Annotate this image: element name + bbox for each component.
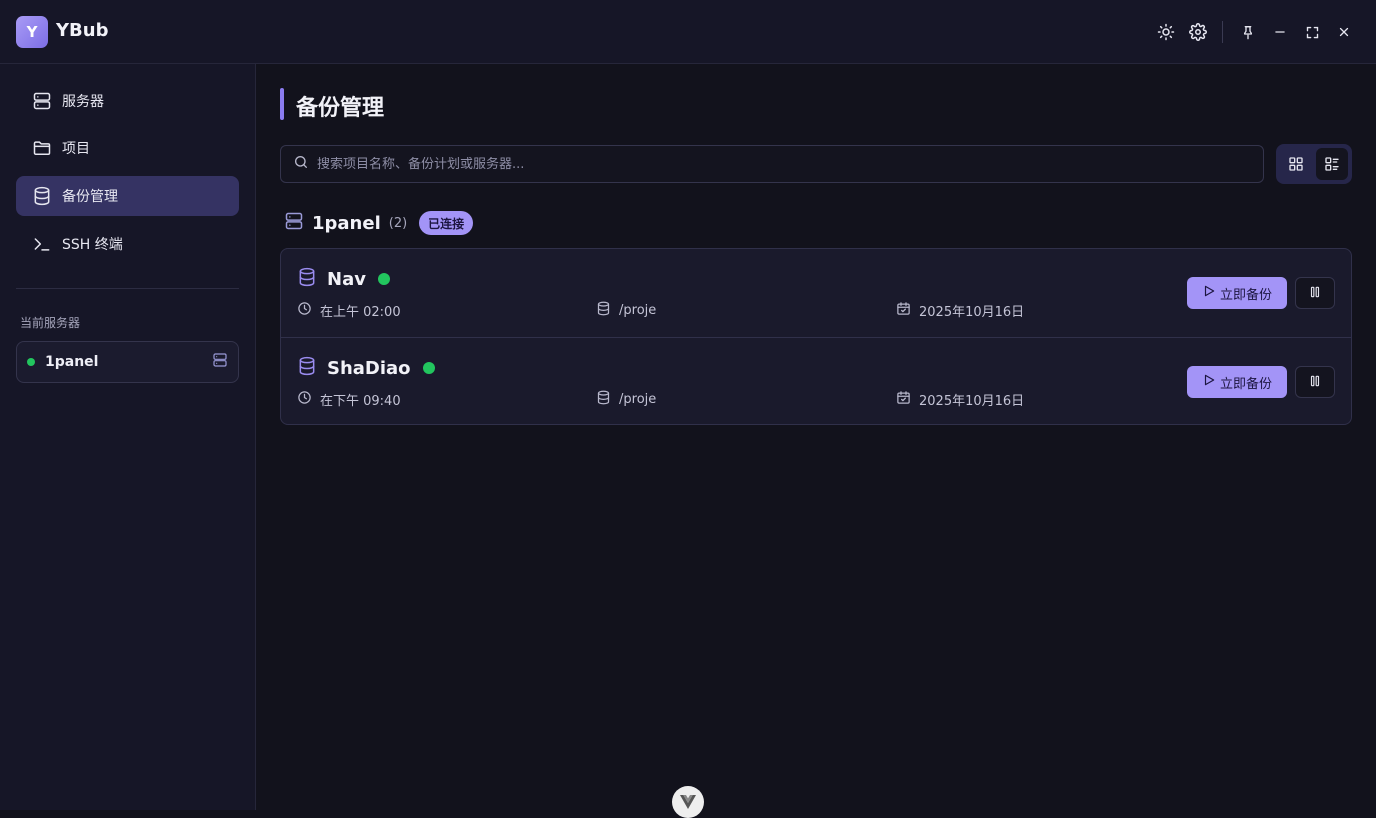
backup-path: /projе xyxy=(596,301,656,320)
sidebar-item-label: 服务器 xyxy=(62,94,104,110)
backup-row-title: Nav xyxy=(297,267,390,291)
fullscreen-icon[interactable] xyxy=(1300,20,1324,44)
server-group-header: 1panel (2) 已连接 xyxy=(284,210,474,236)
server-icon xyxy=(32,91,52,111)
page-title: 备份管理 xyxy=(296,96,385,121)
status-dot xyxy=(422,362,435,374)
vue-logo-icon xyxy=(680,794,696,818)
sidebar-item-label: SSH 终端 xyxy=(62,237,123,253)
backup-date: 2025年10月16日 xyxy=(896,390,1024,409)
vue-devtools-button[interactable] xyxy=(672,786,704,818)
database-icon xyxy=(596,390,611,409)
database-icon xyxy=(596,301,611,320)
sidebar-divider xyxy=(16,288,239,289)
server-icon xyxy=(212,352,228,372)
backup-schedule: 在上午 02:00 xyxy=(297,301,401,320)
pause-icon xyxy=(1308,373,1322,392)
backup-list: Nav 在上午 02:00 /projе 2025年10月16日 立即备份 Sh… xyxy=(280,248,1352,425)
titlebar-divider xyxy=(1222,21,1223,43)
title-accent-bar xyxy=(280,88,284,120)
backup-date: 2025年10月16日 xyxy=(896,301,1024,320)
sidebar-item-projects[interactable]: 项目 xyxy=(16,128,239,168)
pause-button[interactable] xyxy=(1295,277,1335,309)
status-badge: 已连接 xyxy=(419,211,474,235)
calendar-icon xyxy=(896,301,911,320)
backup-now-button[interactable]: 立即备份 xyxy=(1187,366,1287,398)
status-dot xyxy=(27,358,35,366)
sidebar-item-ssh[interactable]: SSH 终端 xyxy=(16,224,239,264)
minimize-icon[interactable] xyxy=(1268,20,1292,44)
server-group-count: (2) xyxy=(388,215,408,231)
search-input[interactable] xyxy=(317,156,1263,172)
backup-row: ShaDiao 在下午 09:40 /proje 2025年10月16日 立即备… xyxy=(281,337,1351,424)
title-bar: Y YBub xyxy=(0,0,1376,64)
play-icon xyxy=(1202,284,1216,302)
backup-path: /proje xyxy=(596,390,656,409)
pin-icon[interactable] xyxy=(1236,20,1260,44)
gear-icon[interactable] xyxy=(1186,20,1210,44)
database-icon xyxy=(297,356,317,380)
backup-name: ShaDiao xyxy=(327,357,411,379)
main-content: 备份管理 1panel (2) 已连接 Nav xyxy=(257,64,1376,810)
play-icon xyxy=(1202,373,1216,391)
terminal-icon xyxy=(32,234,52,254)
view-toggle xyxy=(1276,144,1352,184)
backup-row-title: ShaDiao xyxy=(297,356,435,380)
search-icon xyxy=(293,154,309,174)
current-server-heading: 当前服务器 xyxy=(20,316,81,330)
search-box xyxy=(280,145,1264,183)
current-server-card[interactable]: 1panel xyxy=(16,341,239,383)
clock-icon xyxy=(297,301,312,320)
pause-icon xyxy=(1308,284,1322,303)
sidebar-item-servers[interactable]: 服务器 xyxy=(16,81,239,121)
server-group-name: 1panel xyxy=(312,212,381,234)
list-view-button[interactable] xyxy=(1316,148,1348,180)
sun-icon[interactable] xyxy=(1154,20,1178,44)
sidebar-item-backup[interactable]: 备份管理 xyxy=(16,176,239,216)
backup-schedule: 在下午 09:40 xyxy=(297,390,401,409)
clock-icon xyxy=(297,390,312,409)
status-dot xyxy=(377,273,390,285)
app-logo: Y xyxy=(16,16,48,48)
folder-icon xyxy=(32,138,52,158)
current-server-name: 1panel xyxy=(45,354,99,370)
sidebar-item-label: 项目 xyxy=(62,141,90,157)
database-icon xyxy=(297,267,317,291)
database-icon xyxy=(32,186,52,206)
sidebar: 服务器 项目 备份管理 SSH 终端 当前服务器 1panel xyxy=(0,64,256,810)
grid-view-button[interactable] xyxy=(1280,148,1312,180)
backup-row: Nav 在上午 02:00 /projе 2025年10月16日 立即备份 xyxy=(281,249,1351,337)
calendar-icon xyxy=(896,390,911,409)
server-icon xyxy=(284,211,304,235)
close-icon[interactable] xyxy=(1332,20,1356,44)
backup-name: Nav xyxy=(327,268,366,290)
app-name: YBub xyxy=(56,20,109,41)
backup-now-button[interactable]: 立即备份 xyxy=(1187,277,1287,309)
sidebar-item-label: 备份管理 xyxy=(62,189,118,205)
pause-button[interactable] xyxy=(1295,366,1335,398)
